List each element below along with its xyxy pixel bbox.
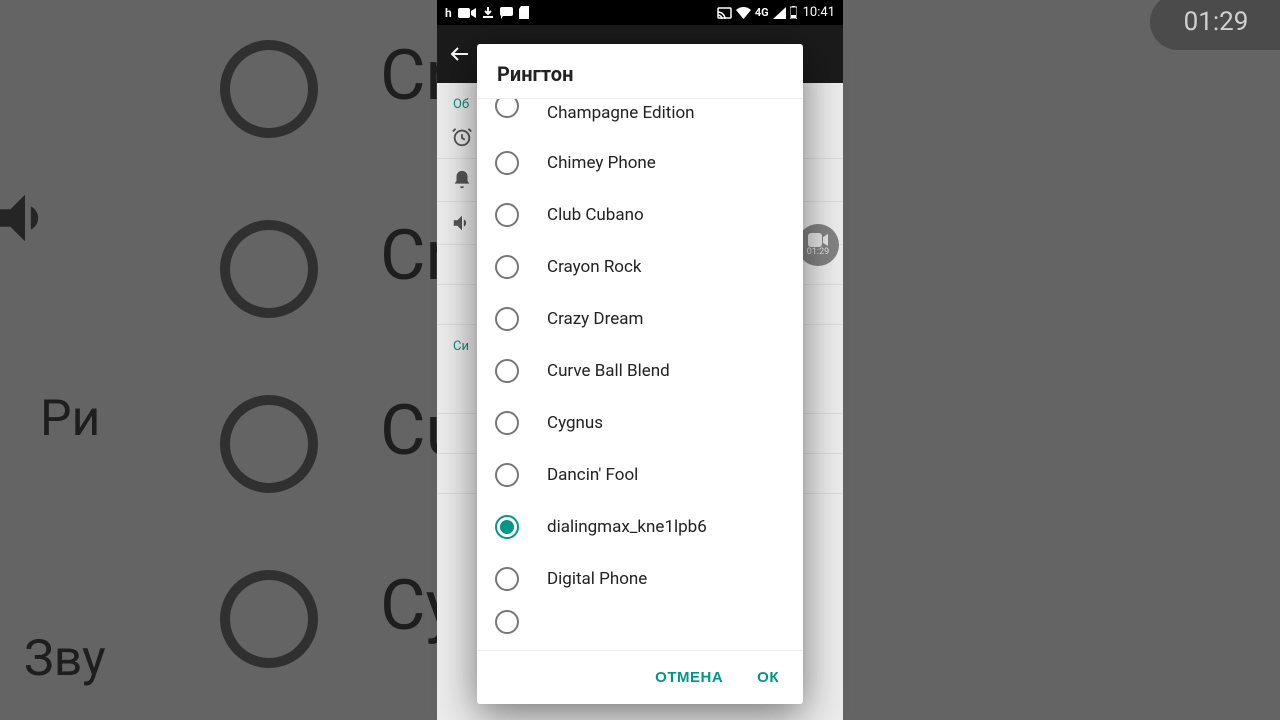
radio-icon [495, 463, 519, 487]
recording-time: 01:29 [1184, 7, 1249, 37]
download-icon [482, 7, 494, 19]
status-left: h [445, 6, 529, 20]
back-icon[interactable] [443, 37, 477, 71]
alarm-icon [451, 126, 473, 148]
ringtone-option[interactable]: Champagne Edition [477, 99, 803, 137]
radio-icon [495, 610, 519, 634]
bg-right-panel: 01:29 [843, 0, 1280, 720]
radio-icon [495, 567, 519, 591]
recorder-time: 01:29 [807, 247, 829, 257]
recording-time-pill: 01:29 [1150, 0, 1280, 50]
ringtone-label: dialingmax_kne1lpb6 [547, 517, 707, 537]
ok-button[interactable]: ОК [753, 663, 783, 692]
radio-icon [495, 359, 519, 383]
radio-icon [495, 99, 519, 118]
phone-frame: h 4G 10:41 Об Ри Зв [437, 0, 843, 720]
ringtone-option[interactable]: Crazy Dream [477, 293, 803, 345]
rec-icon [458, 8, 476, 18]
radio-icon [495, 151, 519, 175]
network-label: 4G [755, 6, 769, 19]
ringtone-label: Digital Phone [547, 569, 647, 589]
sd-icon [519, 6, 529, 19]
h-icon: h [445, 6, 452, 20]
battery-icon [790, 6, 797, 19]
radio-icon [495, 255, 519, 279]
screen-recorder-bubble[interactable]: 01:29 [797, 224, 839, 266]
sms-icon [500, 7, 513, 19]
ringtone-label: Crazy Dream [547, 309, 643, 329]
ringtone-option[interactable]: dialingmax_kne1lpb6 [477, 501, 803, 553]
cast-icon [717, 7, 732, 19]
ringtone-label: Champagne Edition [547, 103, 695, 123]
ringtone-option[interactable]: Digital Phone [477, 553, 803, 605]
dialog-actions: ОТМЕНА ОК [477, 650, 803, 704]
ringtone-option[interactable]: Cygnus [477, 397, 803, 449]
radio-icon [495, 203, 519, 227]
bell-icon [451, 169, 473, 191]
radio-icon [495, 515, 519, 539]
status-bar: h 4G 10:41 [437, 0, 843, 25]
dialog-title: Рингтон [477, 44, 803, 99]
speaker-icon [451, 212, 473, 234]
radio-icon [495, 307, 519, 331]
ringtone-label: Curve Ball Blend [547, 361, 670, 381]
ringtone-label: Club Cubano [547, 205, 644, 225]
status-right: 4G 10:41 [717, 5, 835, 20]
ringtone-option[interactable]: Dancin' Fool [477, 449, 803, 501]
clock: 10:41 [803, 5, 835, 20]
ringtone-label: Crayon Rock [547, 257, 642, 277]
wifi-icon [736, 7, 751, 19]
bg-left-panel: Cr Cr Cu Cy Ри Зву [0, 0, 437, 720]
cancel-button[interactable]: ОТМЕНА [651, 663, 727, 692]
ringtone-option[interactable]: Club Cubano [477, 189, 803, 241]
ringtone-option[interactable]: Crayon Rock [477, 241, 803, 293]
camera-icon [808, 233, 828, 247]
ringtone-label: Dancin' Fool [547, 465, 638, 485]
ringtone-list[interactable]: Champagne Edition Chimey Phone Club Cubano… [477, 99, 803, 650]
ringtone-label: Chimey Phone [547, 153, 656, 173]
ringtone-option[interactable]: Curve Ball Blend [477, 345, 803, 397]
ringtone-label: Cygnus [547, 413, 603, 433]
signal-icon [773, 7, 786, 19]
radio-icon [495, 411, 519, 435]
ringtone-option[interactable] [477, 605, 803, 625]
ringtone-option[interactable]: Chimey Phone [477, 137, 803, 189]
ringtone-dialog: Рингтон Champagne Edition Chimey Phone Clu… [477, 44, 803, 704]
